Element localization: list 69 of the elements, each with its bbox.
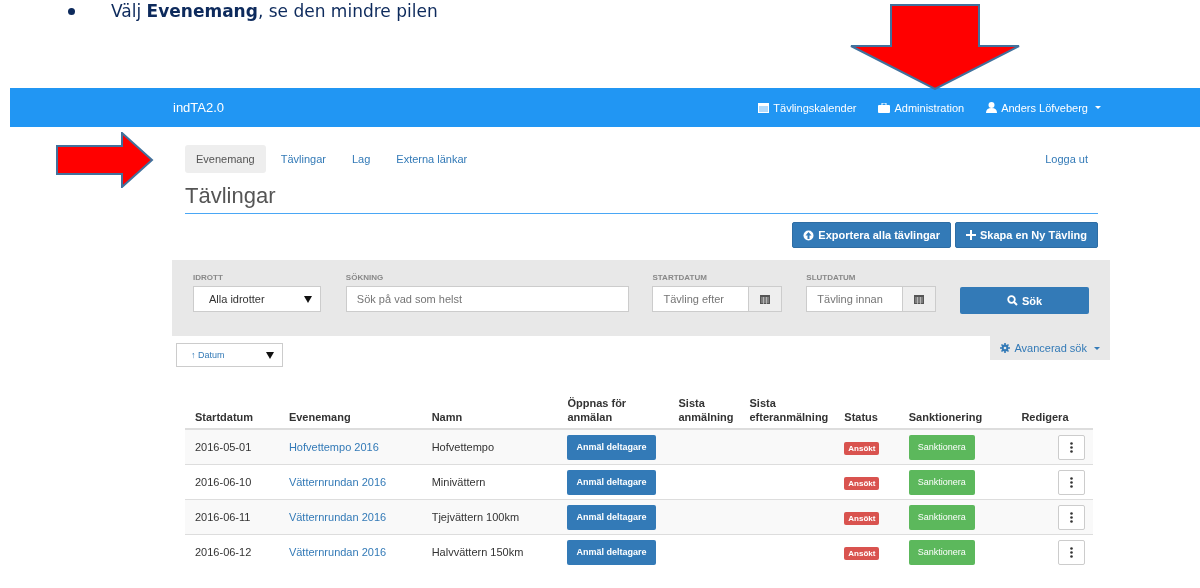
- bullet-icon: [68, 7, 75, 15]
- event-link[interactable]: Vätternrundan 2016: [288, 546, 387, 558]
- nav-link[interactable]: Anders Löfveberg: [986, 101, 1101, 114]
- edit-menu-button[interactable]: [1058, 539, 1085, 565]
- table-cell: Hofvettempo: [423, 429, 560, 465]
- nav-tab[interactable]: Externa länkar: [385, 145, 479, 173]
- sanction-button[interactable]: Sanktionera: [908, 539, 975, 565]
- calendar-button[interactable]: [749, 286, 783, 312]
- plus-icon: [966, 230, 976, 240]
- logout-link[interactable]: Logga ut: [1045, 153, 1098, 165]
- nav-link[interactable]: Tävlingskalender: [758, 101, 857, 114]
- search-field[interactable]: Sök på vad som helst: [345, 286, 629, 312]
- edit-menu-button[interactable]: [1058, 434, 1085, 460]
- page-title: Tävlingar: [185, 183, 1098, 214]
- sort-select[interactable]: ↑ Datum: [176, 343, 283, 367]
- right-arrow-icon: [56, 132, 154, 188]
- down-arrow-icon: [849, 4, 1021, 90]
- sport-select[interactable]: Alla idrotter: [193, 286, 321, 312]
- calendar-icon: [758, 102, 770, 113]
- sanction-button[interactable]: Sanktionera: [908, 434, 975, 460]
- search-icon: [1007, 295, 1018, 306]
- status-badge: Ansökt: [844, 547, 880, 560]
- status-badge: Ansökt: [844, 512, 880, 525]
- filter-label: IDROTT: [193, 273, 224, 282]
- calendar-icon: [760, 294, 771, 304]
- dropdown-arrow-icon: [266, 351, 274, 359]
- more-icon: [1070, 546, 1073, 558]
- more-icon: [1070, 476, 1073, 488]
- action-button[interactable]: Exportera alla tävlingar: [792, 222, 951, 248]
- register-button[interactable]: Anmäl deltagare: [567, 504, 656, 530]
- user-icon: [986, 102, 998, 113]
- dropdown-arrow-icon: [304, 295, 312, 303]
- filter-label: SÖKNING: [345, 273, 385, 282]
- register-button[interactable]: Anmäl deltagare: [567, 434, 656, 460]
- search-button[interactable]: Sök: [960, 287, 1089, 314]
- event-link[interactable]: Vätternrundan 2016: [288, 476, 387, 488]
- advanced-search-link[interactable]: Avancerad sök: [990, 336, 1110, 360]
- nav-tab[interactable]: Tävlingar: [269, 145, 337, 173]
- action-button[interactable]: Skapa en Ny Tävling: [955, 222, 1098, 248]
- register-button[interactable]: Anmäl deltagare: [567, 539, 656, 565]
- more-icon: [1070, 441, 1073, 453]
- status-badge: Ansökt: [844, 477, 880, 490]
- nav-link[interactable]: Administration: [878, 101, 965, 114]
- status-badge: Ansökt: [844, 442, 880, 455]
- filter-label: STARTDATUM: [652, 273, 708, 282]
- edit-menu-button[interactable]: [1058, 504, 1085, 530]
- caret-icon: [1094, 346, 1100, 350]
- table-cell: Tjejvättern 100km: [423, 499, 560, 535]
- nav-tab[interactable]: Lag: [340, 145, 382, 173]
- briefcase-icon: [878, 102, 891, 113]
- gear-icon: [1000, 343, 1011, 353]
- filter-label: SLUTDATUM: [806, 273, 857, 282]
- table-cell: 2016-05-01: [185, 429, 281, 465]
- nav-tab[interactable]: Evenemang: [185, 145, 266, 173]
- edit-menu-button[interactable]: [1058, 469, 1085, 495]
- upload-icon: [803, 229, 815, 241]
- instruction-text: Välj Evenemang, se den mindre pilen: [111, 1, 438, 21]
- more-icon: [1070, 511, 1073, 523]
- sanction-button[interactable]: Sanktionera: [908, 504, 975, 530]
- sanction-button[interactable]: Sanktionera: [908, 469, 975, 495]
- table-cell: 2016-06-11: [185, 499, 281, 535]
- register-button[interactable]: Anmäl deltagare: [567, 469, 656, 495]
- date-field[interactable]: Tävling innan: [806, 286, 904, 312]
- brand-link[interactable]: indTA2.0: [173, 100, 225, 115]
- table-cell: Halvvättern 150km: [423, 534, 560, 569]
- date-field[interactable]: Tävling efter: [652, 286, 750, 312]
- table-cell: 2016-06-12: [185, 534, 281, 569]
- calendar-icon: [914, 294, 925, 304]
- calendar-button[interactable]: [903, 286, 937, 312]
